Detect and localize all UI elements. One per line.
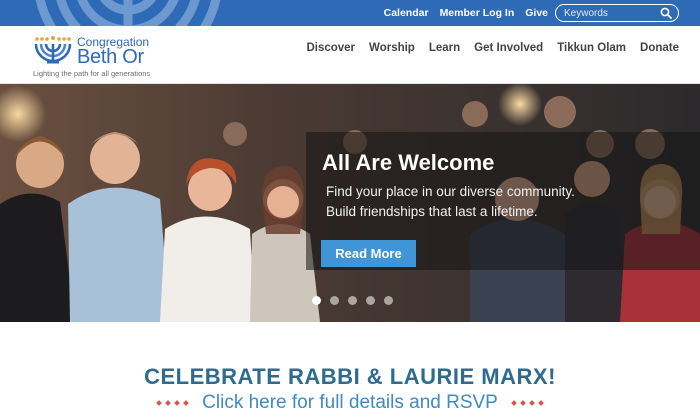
hero-description: Find your place in our diverse community…: [326, 182, 575, 222]
main-nav: Discover Worship Learn Get Involved Tikk…: [299, 26, 679, 70]
menorah-watermark: [35, 0, 221, 26]
hero-description-line-1: Find your place in our diverse community…: [326, 184, 575, 199]
hero-description-line-2: Build friendships that last a lifetime.: [326, 204, 538, 219]
rsvp-link[interactable]: Click here for full details and RSVP: [202, 392, 498, 414]
search-icon[interactable]: [660, 7, 672, 19]
give-link[interactable]: Give: [525, 7, 548, 19]
nav-discover[interactable]: Discover: [299, 42, 362, 54]
hero-slider: All Are Welcome Find your place in our d…: [0, 84, 700, 322]
search-input[interactable]: [556, 5, 656, 21]
nav-tikkun-olam[interactable]: Tikkun Olam: [550, 42, 633, 54]
diamond-divider-left: [156, 400, 189, 406]
diamond-divider-right: [511, 400, 544, 406]
slider-dot-4[interactable]: [366, 296, 375, 305]
slider-dot-1[interactable]: [312, 296, 321, 305]
nav-donate[interactable]: Donate: [633, 42, 679, 54]
nav-learn[interactable]: Learn: [422, 42, 467, 54]
nav-worship[interactable]: Worship: [362, 42, 422, 54]
read-more-button[interactable]: Read More: [321, 240, 416, 267]
menorah-logo-icon: [34, 36, 72, 64]
hero-title: All Are Welcome: [322, 150, 495, 175]
hero-caption-panel: All Are Welcome Find your place in our d…: [306, 132, 700, 270]
calendar-link[interactable]: Calendar: [384, 7, 429, 19]
slider-pagination: [312, 296, 393, 305]
promo-link-row: Click here for full details and RSVP: [0, 392, 700, 414]
site-header: Congregation Beth Or Lighting the path f…: [0, 26, 700, 84]
logo-line-beth-or: Beth Or: [77, 46, 144, 68]
logo-tagline: Lighting the path for all generations: [33, 69, 151, 78]
slider-dot-5[interactable]: [384, 296, 393, 305]
promo-section: CELEBRATE RABBI & LAURIE MARX! Click her…: [0, 322, 700, 420]
utility-links: Calendar Member Log In Give: [384, 0, 548, 26]
nav-get-involved[interactable]: Get Involved: [467, 42, 550, 54]
member-login-link[interactable]: Member Log In: [440, 7, 515, 19]
slider-dot-3[interactable]: [348, 296, 357, 305]
slider-dot-2[interactable]: [330, 296, 339, 305]
search-box: [555, 4, 679, 22]
top-utility-bar: Calendar Member Log In Give: [0, 0, 700, 26]
promo-title: CELEBRATE RABBI & LAURIE MARX!: [144, 364, 556, 389]
